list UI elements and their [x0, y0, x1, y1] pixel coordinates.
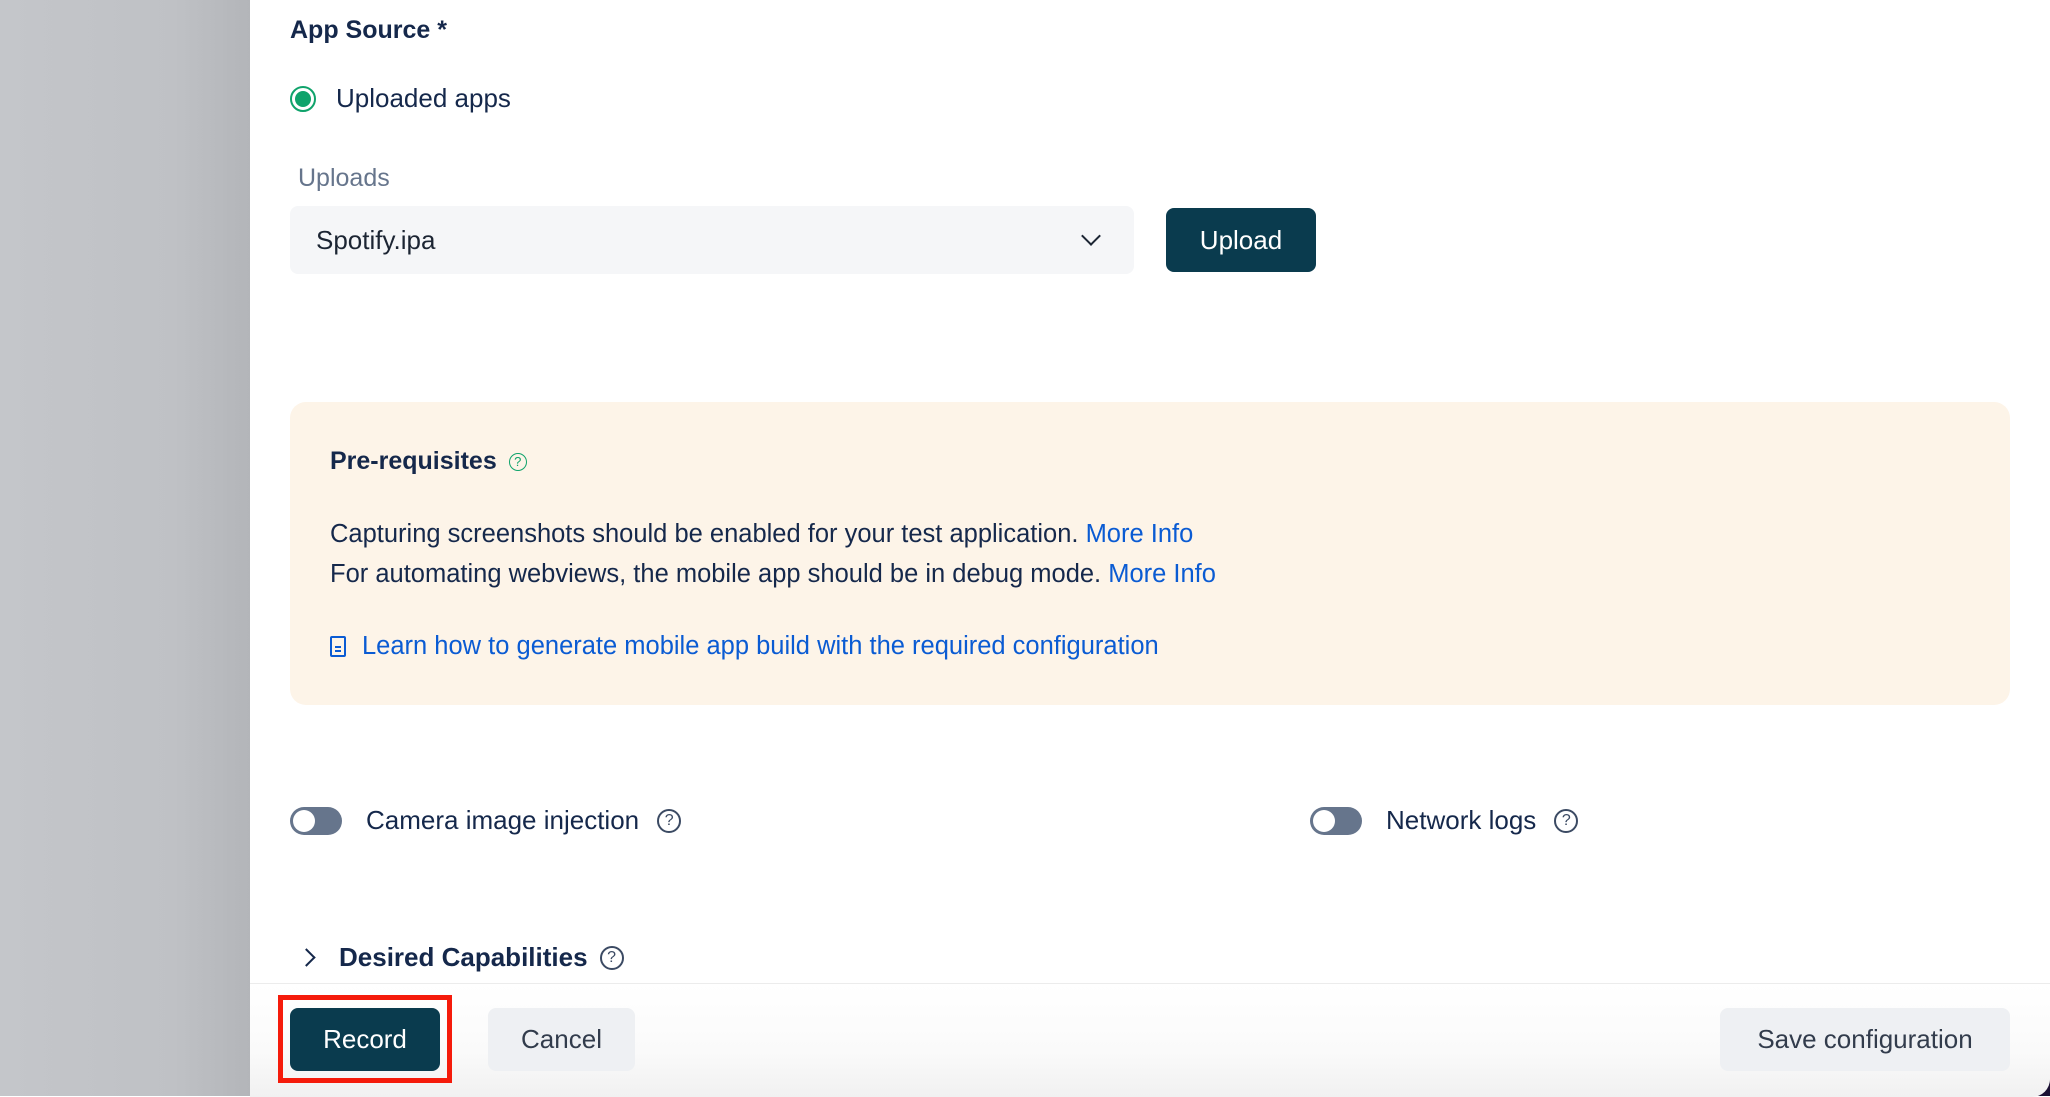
desired-capabilities-toggle[interactable]: Desired Capabilities ?: [297, 942, 624, 973]
prerequisites-title-text: Pre-requisites: [330, 447, 497, 475]
uploads-label: Uploads: [298, 164, 390, 192]
prerequisite-screenshots: Capturing screenshots should be enabled …: [330, 520, 1193, 549]
app-source-title: App Source *: [290, 16, 447, 44]
more-info-link[interactable]: More Info: [1108, 560, 1216, 588]
radio-uploaded-apps[interactable]: Uploaded apps: [290, 83, 511, 114]
network-logs-label: Network logs: [1386, 805, 1537, 835]
uploads-select-value: Spotify.ipa: [316, 224, 436, 255]
network-logs-row: Network logs ?: [1310, 805, 1579, 836]
uploads-select[interactable]: Spotify.ipa: [290, 206, 1134, 274]
help-icon[interactable]: ?: [508, 452, 527, 471]
prerequisites-title: Pre-requisites ?: [330, 447, 527, 476]
radio-button[interactable]: [290, 85, 316, 112]
prerequisite-text: For automating webviews, the mobile app …: [330, 560, 1102, 588]
desired-capabilities-label: Desired Capabilities: [339, 942, 588, 972]
camera-injection-label: Camera image injection: [366, 805, 640, 835]
radio-label: Uploaded apps: [336, 83, 511, 113]
upload-button[interactable]: Upload: [1166, 208, 1316, 272]
network-logs-toggle[interactable]: [1310, 806, 1362, 835]
help-icon[interactable]: ?: [599, 945, 624, 970]
toggle-knob: [293, 809, 315, 832]
record-button[interactable]: Record: [290, 1008, 440, 1071]
learn-build-link[interactable]: Learn how to generate mobile app build w…: [330, 632, 1159, 661]
cancel-button[interactable]: Cancel: [488, 1008, 635, 1071]
help-icon[interactable]: ?: [657, 808, 682, 833]
camera-injection-toggle[interactable]: [290, 806, 342, 835]
prerequisite-webviews: For automating webviews, the mobile app …: [330, 560, 1216, 589]
document-icon: [330, 636, 346, 657]
chevron-down-icon: [1081, 226, 1101, 246]
chevron-right-icon: [297, 948, 316, 967]
more-info-link[interactable]: More Info: [1086, 520, 1194, 548]
learn-build-link-text: Learn how to generate mobile app build w…: [362, 632, 1159, 660]
radio-selected-dot: [295, 90, 311, 107]
help-icon[interactable]: ?: [1554, 808, 1579, 833]
toggle-knob: [1313, 809, 1335, 832]
camera-injection-row: Camera image injection ?: [290, 805, 682, 836]
backdrop-overlay[interactable]: [0, 0, 250, 1096]
prerequisite-text: Capturing screenshots should be enabled …: [330, 520, 1079, 548]
save-configuration-button[interactable]: Save configuration: [1720, 1008, 2010, 1071]
